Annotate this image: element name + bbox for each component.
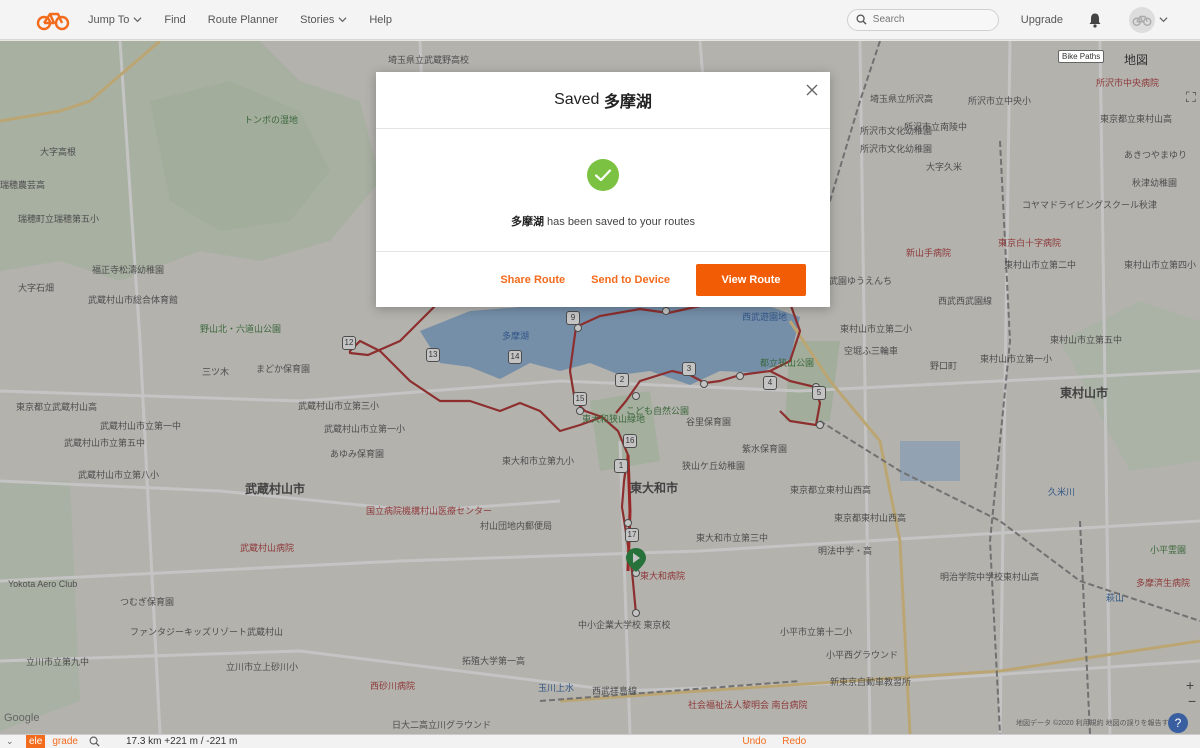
map-type-label: 地図	[1124, 53, 1149, 67]
modal-message-text: has been saved to your routes	[543, 216, 696, 228]
chevron-down-icon	[1159, 17, 1168, 23]
modal-body: 多摩湖 has been saved to your routes	[376, 129, 830, 252]
nav-jump-to[interactable]: Jump To	[88, 14, 142, 26]
nav-find[interactable]: Find	[164, 14, 185, 26]
help-icon[interactable]: ?	[1168, 713, 1188, 733]
fullscreen-icon[interactable]: ⛶	[1186, 89, 1196, 106]
check-circle-icon	[587, 159, 619, 191]
nav-route-planner[interactable]: Route Planner	[208, 14, 278, 26]
nav-help[interactable]: Help	[369, 14, 392, 26]
bell-icon[interactable]	[1087, 12, 1103, 28]
saved-route-modal: Saved 多摩湖 多摩湖 has been saved to your rou…	[376, 72, 830, 307]
elevation-tab[interactable]: ele	[26, 734, 46, 748]
avatar	[1129, 6, 1155, 33]
modal-title-prefix: Saved	[554, 91, 604, 108]
map-type-select[interactable]: 地図	[1116, 51, 1200, 73]
close-icon[interactable]	[806, 84, 818, 96]
upgrade-link[interactable]: Upgrade	[1021, 14, 1063, 26]
top-navigation: Jump To Find Route Planner Stories Help …	[0, 0, 1200, 40]
modal-title-route-name: 多摩湖	[603, 94, 652, 111]
send-to-device-button[interactable]: Send to Device	[591, 274, 670, 286]
chevron-down-icon	[133, 17, 142, 23]
route-stats: 17.3 km +221 m / -221 m	[125, 736, 238, 747]
search-box[interactable]	[846, 8, 999, 31]
bike-paths-toggle[interactable]: Bike Paths	[1058, 50, 1105, 63]
undo-button[interactable]: Undo	[742, 736, 766, 747]
bike-logo-icon[interactable]	[36, 8, 70, 32]
zoom-in-icon[interactable]: +	[1186, 677, 1194, 693]
view-route-button[interactable]: View Route	[696, 263, 806, 296]
modal-message: 多摩湖 has been saved to your routes	[511, 213, 695, 229]
modal-footer: Share Route Send to Device View Route	[376, 252, 830, 307]
modal-title: Saved 多摩湖	[376, 72, 830, 129]
modal-message-route-name: 多摩湖	[510, 216, 544, 228]
collapse-chevron-icon[interactable]: ⌄	[6, 736, 14, 747]
elevation-bar: ⌄ ele grade 17.3 km +221 m / -221 m Undo…	[0, 734, 1200, 748]
user-menu[interactable]	[1129, 6, 1168, 33]
bike-avatar-icon	[1132, 15, 1152, 26]
search-input[interactable]	[872, 14, 983, 25]
grade-tab[interactable]: grade	[49, 735, 81, 748]
search-icon	[856, 14, 867, 25]
nav-right-group: Upgrade	[846, 6, 1200, 33]
nav-route-planner-label: Route Planner	[207, 13, 279, 26]
nav-stories-label: Stories	[300, 13, 335, 26]
nav-help-label: Help	[369, 13, 392, 26]
nav-stories[interactable]: Stories	[300, 14, 347, 26]
share-route-button[interactable]: Share Route	[500, 274, 565, 286]
nav-find-label: Find	[164, 13, 186, 26]
zoom-magnifier-icon[interactable]	[89, 736, 100, 747]
nav-jump-to-label: Jump To	[88, 13, 130, 26]
chevron-down-icon	[338, 17, 347, 23]
zoom-out-icon[interactable]: −	[1188, 693, 1196, 709]
redo-button[interactable]: Redo	[782, 736, 806, 747]
